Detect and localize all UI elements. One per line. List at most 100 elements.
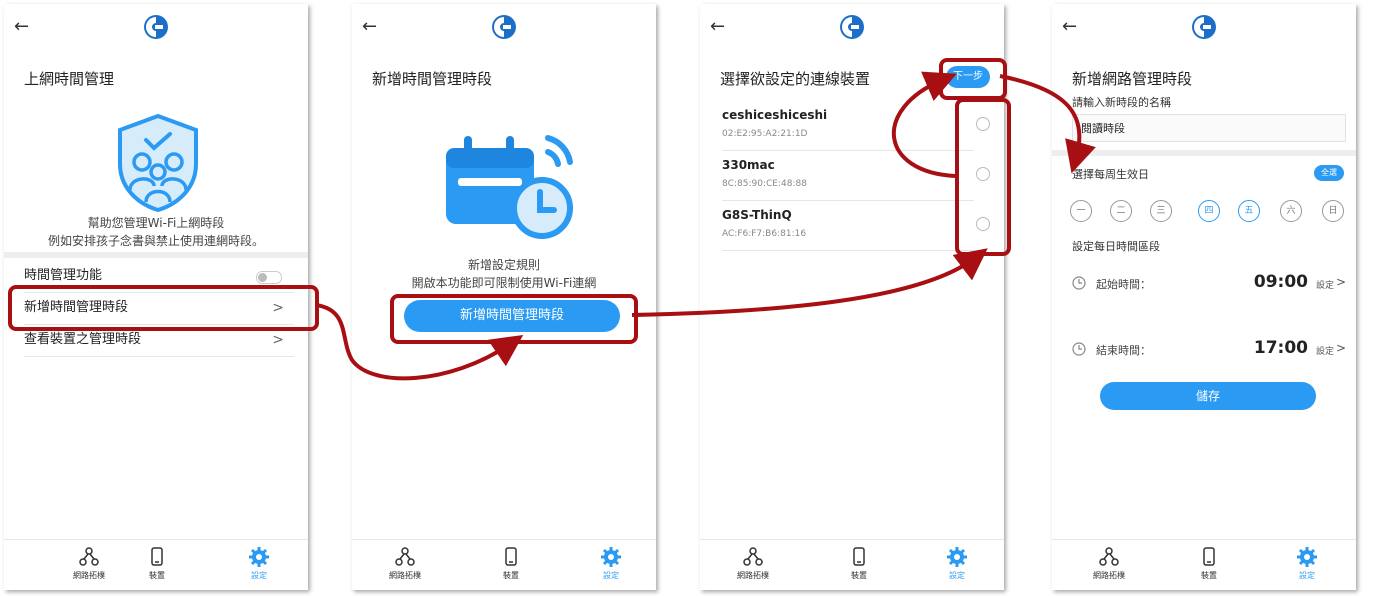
nav-devices-label: 裝置 [1201, 571, 1217, 580]
end-set-label: 設定 [1315, 347, 1334, 357]
highlight-box-add-period-row [8, 285, 319, 331]
nav-topology-label: 網路拓樸 [737, 571, 769, 580]
top-bar: ← [1052, 4, 1356, 56]
page-title: 新增時間管理時段 [372, 70, 493, 88]
name-prompt: 請輸入新時段的名稱 [1072, 96, 1171, 109]
topology-icon [395, 547, 415, 566]
nav-topology-label: 網路拓樸 [389, 571, 421, 580]
section-divider [4, 252, 308, 258]
nav-devices-label: 裝置 [503, 571, 519, 580]
weekday-sun-toggle[interactable]: 日 [1322, 200, 1344, 222]
device-mac: AC:F6:F7:B6:81:16 [722, 229, 807, 239]
select-all-button[interactable]: 全選 [1314, 165, 1344, 181]
weekday-mon-toggle[interactable]: 一 [1070, 200, 1092, 222]
nav-devices[interactable]: 裝置 [486, 546, 536, 581]
highlight-box-device-radios [955, 98, 1011, 256]
period-name-input[interactable]: 閱讀時段 [1072, 114, 1346, 142]
back-arrow-icon[interactable]: ← [362, 16, 377, 37]
time-management-toggle[interactable] [256, 271, 282, 284]
nav-devices[interactable]: 裝置 [1184, 546, 1234, 581]
nav-settings-label: 設定 [949, 571, 965, 580]
nav-topology-label: 網路拓樸 [73, 571, 105, 580]
device-name: ceshiceshiceshi [722, 108, 828, 122]
weekday-sat-toggle[interactable]: 六 [1280, 200, 1302, 222]
top-bar: ← [352, 4, 656, 56]
save-button[interactable]: 儲存 [1100, 382, 1316, 410]
device-mac: 02:E2:95:A2:21:1D [722, 129, 808, 139]
feature-description-line2: 例如安排孩子念書與禁止使用連網時段。 [47, 234, 264, 248]
nav-devices[interactable]: 裝置 [132, 546, 182, 581]
weekday-fri-toggle[interactable]: 五 [1238, 200, 1260, 222]
topology-icon [1099, 547, 1119, 566]
nav-devices-label: 裝置 [149, 571, 165, 580]
back-arrow-icon[interactable]: ← [1062, 16, 1077, 37]
phone-icon [151, 547, 163, 566]
top-bar: ← [700, 4, 1004, 56]
calendar-clock-icon [446, 135, 573, 239]
page-title: 上網時間管理 [24, 70, 115, 88]
gear-icon [249, 547, 269, 567]
highlight-box-add-period-button [390, 294, 638, 344]
screen-new-network-period: ← 新增網路管理時段 請輸入新時段的名稱 閱讀時段 選擇每周生效日 全選 一 二… [1052, 4, 1356, 590]
gear-icon [601, 547, 621, 567]
clock-icon [1072, 342, 1086, 356]
nav-topology[interactable]: 網路拓樸 [728, 546, 778, 581]
nav-settings-label: 設定 [603, 571, 619, 580]
start-time-row[interactable]: 起始時間： 09:00 設定 > [1072, 272, 1346, 296]
nav-topology[interactable]: 網路拓樸 [380, 546, 430, 581]
start-set-label: 設定 [1315, 281, 1334, 291]
phone-icon [853, 547, 865, 566]
device-row[interactable]: G8S-ThinQ AC:F6:F7:B6:81:16 [722, 200, 974, 251]
chunghwa-logo-icon [144, 15, 168, 39]
topology-icon [79, 547, 99, 566]
nav-settings-label: 設定 [251, 571, 267, 580]
device-mac: 8C:85:90:CE:48:88 [722, 179, 807, 189]
back-arrow-icon[interactable]: ← [14, 16, 29, 37]
weekday-thu-toggle[interactable]: 四 [1198, 200, 1220, 222]
page-title: 選擇欲設定的連線裝置 [720, 70, 871, 88]
chunghwa-logo-icon [492, 15, 516, 39]
rule-title: 新增設定規則 [467, 258, 540, 272]
highlight-box-next-button [939, 58, 1007, 100]
family-shield-icon [118, 113, 198, 212]
nav-topology-label: 網路拓樸 [1093, 571, 1125, 580]
nav-settings[interactable]: 設定 [1282, 546, 1332, 581]
section-divider [1052, 150, 1356, 156]
nav-settings[interactable]: 設定 [932, 546, 982, 581]
nav-settings-label: 設定 [1299, 571, 1315, 580]
bottom-nav: 網路拓樸 裝置 設定 [1052, 539, 1356, 590]
nav-settings[interactable]: 設定 [234, 546, 284, 581]
start-time-label: 起始時間： [1096, 278, 1151, 291]
bottom-nav: 網路拓樸 裝置 設定 [352, 539, 656, 590]
view-device-label: 查看裝置之管理時段 [24, 332, 142, 347]
clock-icon [1072, 276, 1086, 290]
nav-devices[interactable]: 裝置 [834, 546, 884, 581]
end-time-label: 結束時間： [1096, 344, 1151, 357]
nav-topology[interactable]: 網路拓樸 [1084, 546, 1134, 581]
start-time-value: 09:00 [1253, 272, 1308, 292]
chevron-right-icon: > [1335, 275, 1346, 289]
rule-description: 開啟本功能即可限制使用Wi-Fi連網 [411, 276, 597, 290]
page-title: 新增網路管理時段 [1072, 70, 1193, 88]
device-name: G8S-ThinQ [722, 208, 792, 222]
end-time-value: 17:00 [1253, 338, 1308, 358]
chunghwa-logo-icon [840, 15, 864, 39]
back-arrow-icon[interactable]: ← [710, 16, 725, 37]
phone-icon [1203, 547, 1215, 566]
device-row[interactable]: 330mac 8C:85:90:CE:48:88 [722, 150, 974, 201]
end-time-row[interactable]: 結束時間： 17:00 設定 > [1072, 338, 1346, 362]
nav-topology[interactable]: 網路拓樸 [64, 546, 114, 581]
chevron-right-icon: > [1335, 341, 1346, 355]
toggle-knob [258, 273, 267, 282]
feature-description-line1: 幫助您管理Wi-Fi上網時段 [87, 216, 225, 230]
weekday-tue-toggle[interactable]: 二 [1110, 200, 1132, 222]
chunghwa-logo-icon [1192, 15, 1216, 39]
bottom-nav: 網路拓樸 裝置 設定 [700, 539, 1004, 590]
nav-settings[interactable]: 設定 [586, 546, 636, 581]
device-row[interactable]: ceshiceshiceshi 02:E2:95:A2:21:1D [722, 100, 974, 151]
phone-icon [505, 547, 517, 566]
bottom-nav: 網路拓樸 裝置 設定 [4, 539, 308, 590]
gear-icon [947, 547, 967, 567]
weekday-wed-toggle[interactable]: 三 [1150, 200, 1172, 222]
gear-icon [1297, 547, 1317, 567]
